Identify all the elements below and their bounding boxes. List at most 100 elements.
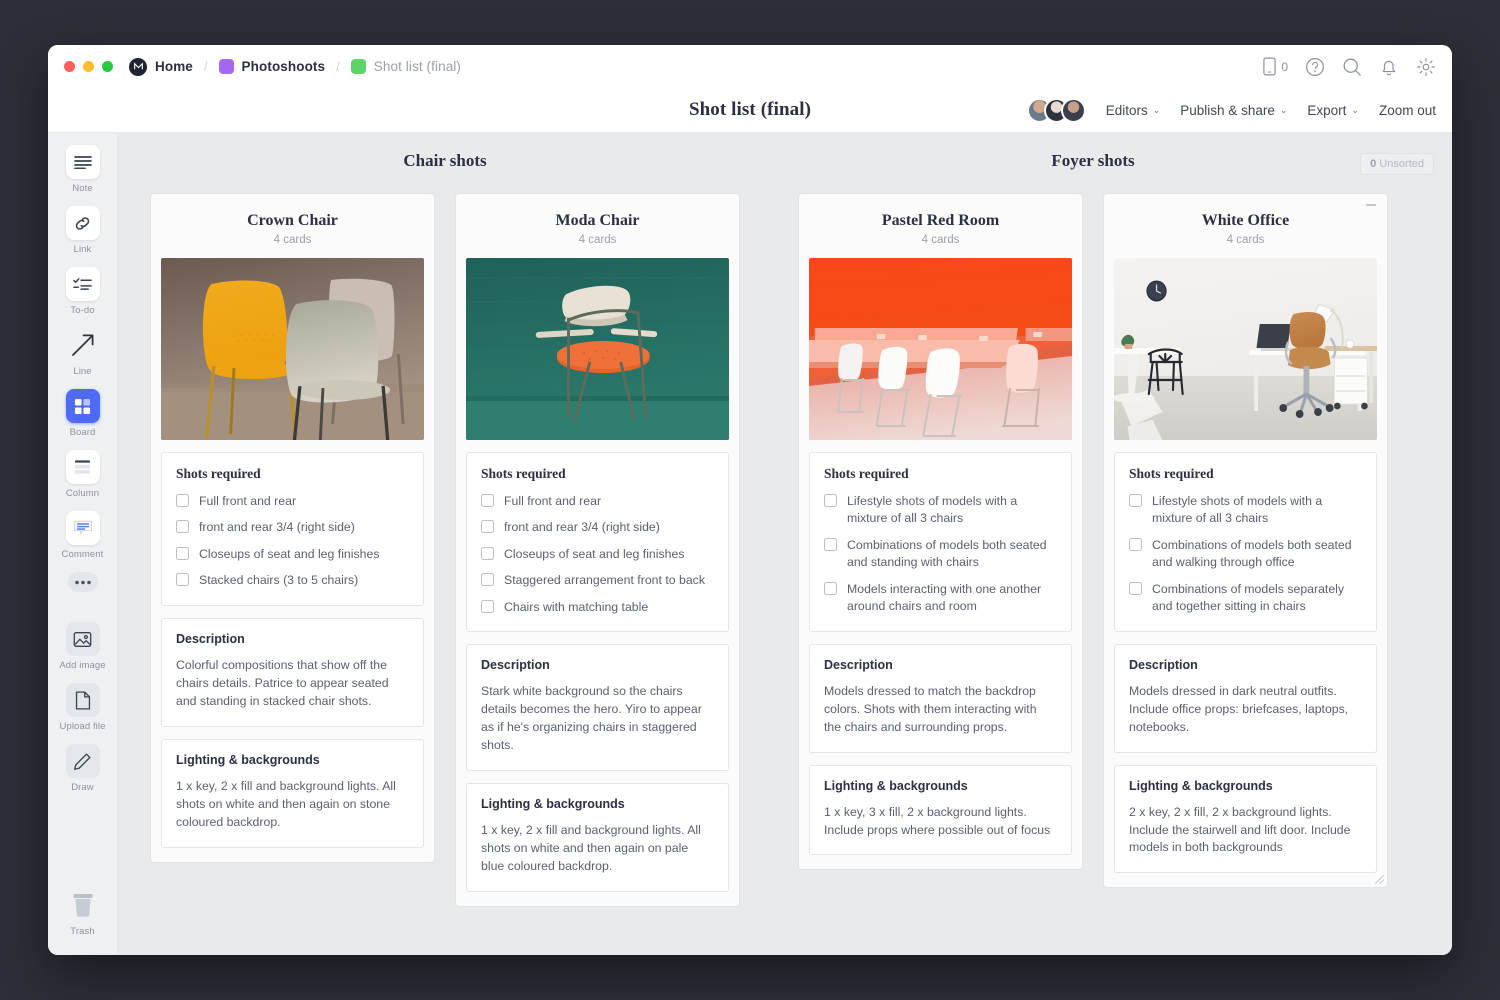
checklist-label: Closeups of seat and leg finishes xyxy=(504,546,685,561)
sidebar-tool-draw[interactable]: Draw xyxy=(54,744,112,793)
checklist-item[interactable]: Stacked chairs (3 to 5 chairs) xyxy=(176,572,409,589)
checklist-item[interactable]: Closeups of seat and leg finishes xyxy=(176,546,409,563)
checkbox-icon[interactable] xyxy=(481,573,494,587)
board-header: Pastel Red Room 4 cards xyxy=(809,206,1072,258)
tool-label: Trash xyxy=(70,926,95,937)
checklist-label: Full front and rear xyxy=(504,494,602,508)
panel-heading: Shots required xyxy=(481,466,566,481)
more-dots-icon xyxy=(67,572,98,592)
panel-heading: Description xyxy=(176,631,245,646)
checklist-item[interactable]: Combinations of models both seated and s… xyxy=(824,537,1057,572)
board-canvas[interactable]: 0 Unsorted Chair shots Crown Chair 4 car… xyxy=(118,133,1452,955)
notifications-bell-icon[interactable] xyxy=(1379,57,1399,77)
description-panel: Description Models dressed to match the … xyxy=(809,643,1072,753)
publish-share-label: Publish & share xyxy=(1180,102,1275,118)
checklist-item[interactable]: Chairs with matching table xyxy=(481,599,714,616)
description-text: Colorful compositions that show off the … xyxy=(176,657,389,708)
sidebar-tool-column[interactable]: Column xyxy=(54,450,112,499)
checkbox-icon[interactable] xyxy=(481,546,494,560)
export-label: Export xyxy=(1307,102,1347,118)
panel-heading: Lighting & backgrounds xyxy=(1129,778,1273,793)
section-foyer-shots: Foyer shots Pastel Red Room 4 cards Shot… xyxy=(798,151,1408,907)
checkbox-icon[interactable] xyxy=(1129,581,1142,595)
sidebar-tool-note[interactable]: Note xyxy=(54,145,112,194)
sidebar-tool-comment[interactable]: Comment xyxy=(54,511,112,560)
checkbox-icon[interactable] xyxy=(176,520,189,534)
resize-handle[interactable] xyxy=(1375,875,1384,885)
zoom-out-button[interactable]: Zoom out xyxy=(1379,103,1436,118)
checkbox-icon[interactable] xyxy=(176,546,189,560)
search-icon[interactable] xyxy=(1342,57,1362,77)
checkbox-icon[interactable] xyxy=(176,494,189,507)
breadcrumb-item-current[interactable]: Shot list (final) xyxy=(350,59,461,74)
board-card-moda-chair[interactable]: Moda Chair 4 cards Shots required Full f… xyxy=(455,193,740,907)
avatar[interactable] xyxy=(1060,97,1086,123)
checklist-item[interactable]: front and rear 3/4 (right side) xyxy=(176,519,409,536)
checkbox-icon[interactable] xyxy=(824,581,837,595)
mobile-count: 0 xyxy=(1281,59,1288,74)
checklist-item[interactable]: Lifestyle shots of models with a mixture… xyxy=(1129,493,1362,528)
mobile-icon xyxy=(1263,57,1276,76)
checklist-label: Staggered arrangement front to back xyxy=(504,573,705,588)
publish-share-button[interactable]: Publish & share ⌄ xyxy=(1180,103,1287,118)
checklist-item[interactable]: Closeups of seat and leg finishes xyxy=(481,546,714,563)
draw-pencil-icon xyxy=(65,744,100,778)
sidebar-tool-board[interactable]: Board xyxy=(54,389,112,438)
settings-gear-icon[interactable] xyxy=(1416,57,1436,77)
lighting-text: 2 x key, 2 x fill, 2 x background lights… xyxy=(1129,804,1351,855)
breadcrumb-label: Home xyxy=(155,59,193,74)
checkbox-icon[interactable] xyxy=(824,494,837,507)
checklist-item[interactable]: Combinations of models both seated and w… xyxy=(1129,537,1362,572)
tool-label: Note xyxy=(72,183,93,194)
section-title: Chair shots xyxy=(403,151,487,170)
breadcrumb-item-photoshoots[interactable]: Photoshoots xyxy=(218,59,326,74)
sidebar-tool-line[interactable]: Line xyxy=(54,328,112,377)
board-card-crown-chair[interactable]: Crown Chair 4 cards Shots required Full … xyxy=(150,193,435,863)
maximize-window-button[interactable] xyxy=(102,61,113,72)
sidebar-tool-add-image[interactable]: Add image xyxy=(54,622,112,671)
tool-label: Column xyxy=(65,488,100,499)
lighting-panel: Lighting & backgrounds 1 x key, 3 x fill… xyxy=(809,764,1072,856)
sidebar-tool-link[interactable]: Link xyxy=(54,206,112,255)
board-icon xyxy=(65,389,100,423)
lighting-text: 1 x key, 2 x fill and background lights.… xyxy=(176,778,396,829)
board-card-white-office[interactable]: White Office 4 cards Shots required Life… xyxy=(1103,193,1388,889)
note-icon xyxy=(65,145,100,179)
checklist-item[interactable]: Full front and rear xyxy=(176,493,409,510)
checklist-item[interactable]: Lifestyle shots of models with a mixture… xyxy=(824,493,1057,528)
checkbox-icon[interactable] xyxy=(481,520,494,534)
breadcrumb-item-home[interactable]: Home xyxy=(129,57,193,76)
checklist-item[interactable]: Combinations of models separately and to… xyxy=(1129,581,1362,616)
panel-heading: Lighting & backgrounds xyxy=(481,797,625,812)
mobile-devices-button[interactable]: 0 xyxy=(1263,57,1288,76)
checkbox-icon[interactable] xyxy=(824,537,837,551)
checklist-item[interactable]: Staggered arrangement front to back xyxy=(481,572,714,589)
lighting-text: 1 x key, 3 x fill, 2 x background lights… xyxy=(824,804,1051,837)
checkbox-icon[interactable] xyxy=(481,599,494,613)
minimize-window-button[interactable] xyxy=(83,61,94,72)
help-icon[interactable] xyxy=(1305,57,1325,77)
breadcrumb-separator: / xyxy=(203,59,208,74)
checklist-item[interactable]: Full front and rear xyxy=(481,493,714,510)
checklist-item[interactable]: front and rear 3/4 (right side) xyxy=(481,519,714,536)
chevron-down-icon: ⌄ xyxy=(1279,104,1288,115)
sidebar-tool-trash[interactable]: Trash xyxy=(54,888,112,937)
sidebar-tool-todo[interactable]: To-do xyxy=(54,267,112,316)
checklist-item[interactable]: Models interacting with one another arou… xyxy=(824,581,1057,616)
editor-avatars[interactable] xyxy=(1026,97,1086,123)
checkbox-icon[interactable] xyxy=(1129,537,1142,551)
sidebar-tool-more[interactable] xyxy=(54,572,112,592)
unsorted-badge[interactable]: 0 Unsorted xyxy=(1360,153,1434,175)
board-card-pastel-red-room[interactable]: Pastel Red Room 4 cards Shots required L… xyxy=(798,193,1083,871)
app-window: Home / Photoshoots / Shot list (final) 0 xyxy=(48,45,1452,955)
close-window-button[interactable] xyxy=(64,61,75,72)
checkbox-icon[interactable] xyxy=(481,494,494,507)
checkbox-icon[interactable] xyxy=(176,573,189,587)
sidebar-tool-upload-file[interactable]: Upload file xyxy=(54,683,112,732)
collapse-board-icon[interactable] xyxy=(1366,204,1376,206)
editors-button[interactable]: Editors ⌄ xyxy=(1106,103,1161,118)
window-controls[interactable] xyxy=(64,61,113,72)
checkbox-icon[interactable] xyxy=(1129,494,1142,507)
board-card-count: 4 cards xyxy=(1226,234,1265,246)
export-button[interactable]: Export ⌄ xyxy=(1307,103,1359,118)
